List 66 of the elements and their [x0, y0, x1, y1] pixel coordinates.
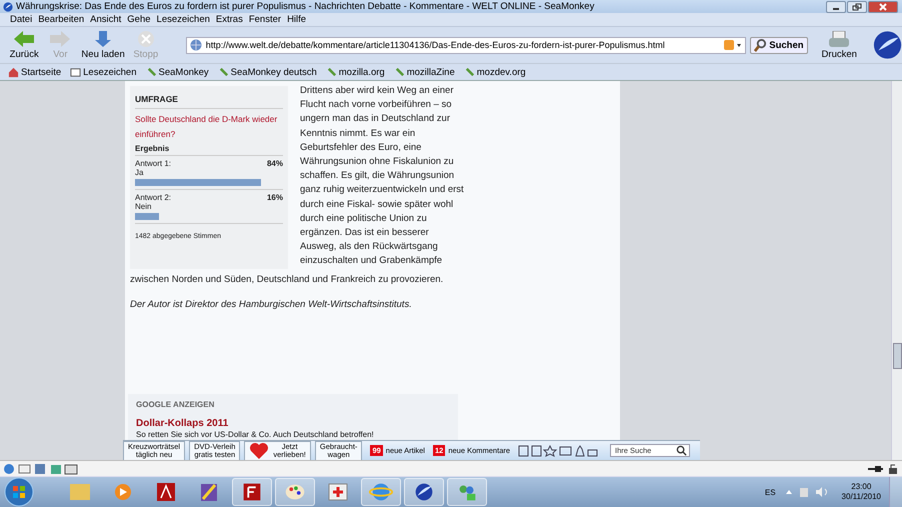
bookmark-item[interactable]: mozdev.org [464, 66, 526, 78]
answer-percent: 84% [266, 159, 283, 170]
restore-button[interactable] [847, 0, 867, 12]
language-indicator[interactable]: ES [764, 488, 776, 496]
answer-percent: 16% [266, 193, 283, 204]
author-note: Der Autor ist Direktor des Hamburgischen Welt-Wirtschaftsinstituts. [130, 299, 413, 310]
bookmark-icon [218, 66, 229, 78]
article-paragraph: zwischen Norden und Süden, Deutschland und Frankreich zu provozieren. [130, 273, 444, 287]
bookmark-item[interactable]: mozilla.org [326, 66, 385, 78]
answer-text: Nein [135, 202, 152, 211]
messenger-icon[interactable] [447, 478, 487, 506]
restore-icon [852, 2, 862, 10]
house-icon [8, 66, 19, 78]
nav-button[interactable]: Zurück [8, 30, 40, 60]
app-logo-icon [3, 2, 13, 12]
start-button[interactable] [4, 477, 34, 507]
ad-text: So retten Sie sich vor US-Dollar & Co. Auch Deutschland betroffen! [136, 430, 375, 439]
print-button[interactable]: Drucken [812, 30, 861, 60]
menu-item[interactable]: Datei [10, 14, 32, 25]
poll-question-link[interactable]: Sollte Deutschland die D-Mark wieder einführen? [135, 109, 283, 144]
menu-item[interactable]: Ansicht [90, 14, 122, 25]
bookmark-item[interactable]: SeaMonkey [146, 66, 209, 78]
bookmark-item[interactable]: Startseite [8, 66, 62, 78]
minimize-button[interactable] [826, 0, 846, 12]
window-title: Währungskrise: Das Ende des Euros zu fordern ist purer Populismus - Nachrichten Debatte - Kommentare - WELT ONLINE - SeaMonkey [16, 1, 594, 12]
menu-item[interactable]: Gehe [127, 14, 151, 25]
seamonkey-logo-icon [872, 29, 902, 61]
bookmark-item[interactable]: SeaMonkey deutsch [218, 66, 317, 78]
printer-icon [827, 30, 852, 48]
article-paragraph: Drittens aber wird kein Weg an einer Flucht nach vorne vorbeiführen – so ungern man das in Deutschland zur Kenntnis nimmt. Es war ein Geburtsfehler des Euro, eine Währungsunion ohne Fiskalunion zu schaffen. Es gilt, die Währungsunion ganz ruhig weiterzuentwickeln und erst durch eine Fiskal- sowie später wohl durch eine politische Union zu ergänzen. Das ist ein besserer Ausweg, als den Rückwärtsgang einzuschalten und Grabenkämpfe [300, 84, 465, 268]
ftp-client-icon[interactable] [232, 478, 272, 506]
answer-number: Antwort 2: [135, 193, 172, 202]
back-arrow-icon [13, 30, 36, 48]
result-heading: Ergebnis [135, 144, 283, 156]
search-button[interactable]: Suchen [750, 36, 808, 54]
bookmark-item[interactable]: Lesezeichen [70, 66, 136, 78]
close-button[interactable] [868, 0, 898, 12]
menu-item[interactable]: Lesezeichen [156, 14, 210, 25]
globe-icon [190, 39, 202, 51]
answer-number: Antwort 1: [135, 159, 172, 168]
menu-item[interactable]: Fenster [248, 14, 282, 25]
ads-heading: GOOGLE ANZEIGEN [136, 400, 216, 409]
bookmark-icon [464, 66, 475, 78]
poll-heading: UMFRAGE [135, 94, 283, 109]
bookmark-item[interactable]: mozillaZine [394, 66, 455, 78]
rss-icon [724, 39, 742, 51]
magnifier-icon [754, 38, 768, 52]
forward-arrow-icon [49, 30, 72, 48]
menu-item[interactable]: Extras [216, 14, 243, 25]
ad-title-link[interactable]: Dollar-Kollaps 2011 [136, 418, 450, 429]
menu-item[interactable]: Bearbeiten [38, 14, 84, 25]
url-field[interactable]: http://www.welt.de/debatte/kommentare/article11304136/Das-Ende-des-Euros-zu-fordern-ist-purer-Populismus.html [186, 36, 746, 54]
scrollbar[interactable] [891, 81, 902, 460]
folder-icon [70, 66, 82, 78]
bookmark-icon [146, 66, 156, 78]
bookmark-icon [394, 66, 405, 78]
connection-lock-icon [867, 462, 899, 474]
share-icons-drawing[interactable] [518, 444, 598, 456]
answer-text: Ja [135, 168, 144, 177]
bookmark-icon [326, 66, 337, 78]
seamonkey-icon[interactable] [404, 478, 444, 506]
nav-button[interactable]: Neu laden [80, 30, 126, 60]
menu-item[interactable]: Hilfe [287, 14, 306, 25]
clock[interactable]: 23:00 30/11/2010 [842, 482, 881, 502]
close-icon [878, 2, 888, 10]
heart-icon [249, 442, 270, 460]
